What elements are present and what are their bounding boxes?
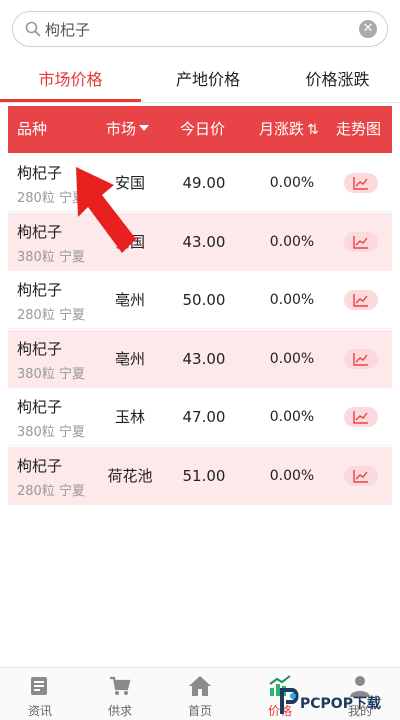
tab-market-price[interactable]: 市场价格 [0, 58, 141, 102]
row-change: 0.00% [269, 292, 315, 308]
row-change: 0.00% [269, 233, 315, 250]
trend-line-icon [353, 411, 368, 424]
trend-chart-button[interactable] [344, 173, 378, 193]
nav-home[interactable]: 首页 [170, 668, 230, 720]
row-spec: 280粒 宁夏 [17, 191, 85, 206]
tab-origin-price[interactable]: 产地价格 [141, 58, 275, 102]
row-spec: 280粒 宁夏 [17, 483, 85, 499]
row-name: 枸杞子 [17, 222, 63, 241]
nav-news[interactable]: 资讯 [10, 668, 70, 720]
header-trend: 走势图 [336, 120, 382, 138]
row-change: 0.00% [269, 467, 315, 484]
active-tab-indicator [0, 99, 141, 102]
trend-chart-button[interactable] [344, 348, 378, 369]
tab-bar: 市场价格 产地价格 价格涨跌 [0, 58, 400, 103]
trend-line-icon [353, 177, 368, 190]
row-price: 49.00 [182, 174, 226, 192]
row-market: 荷花池 [107, 466, 153, 485]
header-today-price: 今日价 [180, 120, 226, 138]
row-name: 枸杞子 [17, 398, 63, 416]
header-market[interactable]: 市场 [106, 106, 150, 153]
sort-icon: ⇅ [307, 122, 319, 138]
row-price: 43.00 [182, 232, 226, 251]
row-price: 47.00 [182, 408, 226, 426]
row-name: 枸杞子 [17, 339, 63, 358]
trend-line-icon [353, 352, 368, 366]
header-variety: 品种 [17, 120, 48, 138]
app-screen: ✕ 市场价格 产地价格 价格涨跌 品种 市场 今日价 月涨跌⇅ 走势图 枸杞子 2… [0, 0, 400, 720]
pcpop-logo-icon [280, 688, 299, 714]
row-name: 枸杞子 [17, 164, 63, 182]
search-icon [25, 21, 41, 37]
row-price: 43.00 [182, 349, 226, 368]
table-row[interactable]: 枸杞子 280粒 宁夏 荷花池 51.00 0.00% [8, 446, 392, 505]
close-icon[interactable]: ✕ [359, 20, 377, 38]
trend-chart-button[interactable] [344, 407, 378, 427]
row-change: 0.00% [269, 175, 315, 191]
row-market: 安国 [114, 232, 145, 251]
tab-price-change[interactable]: 价格涨跌 [275, 58, 400, 102]
header-market-label: 市场 [106, 120, 137, 138]
watermark-text: PCPOP下载 [300, 696, 381, 712]
row-name: 枸杞子 [17, 281, 63, 299]
table-row[interactable]: 枸杞子 380粒 宁夏 亳州 43.00 0.00% [8, 329, 392, 388]
row-change: 0.00% [269, 409, 315, 425]
trend-chart-button[interactable] [344, 465, 378, 486]
header-monthly-change-label: 月涨跌 [259, 120, 305, 138]
trend-line-icon [353, 235, 368, 249]
caret-down-icon [139, 124, 150, 131]
row-spec: 380粒 宁夏 [17, 366, 85, 382]
row-price: 50.00 [182, 291, 226, 309]
trend-chart-button[interactable] [344, 231, 378, 252]
table-row[interactable]: 枸杞子 280粒 宁夏 亳州 50.00 0.00% [8, 271, 392, 329]
row-market: 玉林 [114, 408, 145, 426]
table-header: 品种 市场 今日价 月涨跌 ⇅ 走势图 [8, 106, 392, 153]
row-market: 安国 [114, 174, 145, 192]
table-row[interactable]: 枸杞子 280粒 宁夏 安国 49.00 0.00% [8, 154, 392, 212]
row-spec: 380粒 宁夏 [17, 249, 85, 265]
nav-home-label: 首页 [187, 704, 212, 718]
row-spec: 280粒 宁夏 [17, 308, 85, 323]
row-price: 51.00 [182, 466, 226, 485]
trend-line-icon [353, 469, 368, 483]
row-market: 亳州 [114, 291, 145, 309]
news-icon [28, 674, 52, 698]
cart-icon [108, 674, 132, 698]
row-name: 枸杞子 [17, 456, 63, 475]
header-monthly-change[interactable]: 月涨跌 ⇅ [259, 106, 319, 153]
trend-line-icon [353, 294, 368, 307]
trend-chart-button[interactable] [344, 290, 378, 310]
table-row[interactable]: 枸杞子 380粒 宁夏 安国 43.00 0.00% [8, 212, 392, 271]
search-input[interactable] [45, 12, 345, 46]
row-spec: 380粒 宁夏 [17, 425, 85, 440]
home-icon [188, 674, 212, 698]
search-bar: ✕ [0, 0, 400, 58]
table-row[interactable]: 枸杞子 380粒 宁夏 玉林 47.00 0.00% [8, 388, 392, 446]
search-box[interactable]: ✕ [12, 11, 388, 47]
nav-supply-label: 供求 [107, 704, 132, 718]
nav-supply[interactable]: 供求 [90, 668, 150, 720]
row-market: 亳州 [114, 349, 145, 368]
nav-news-label: 资讯 [27, 704, 52, 718]
pcpop-watermark: PCPOP下载 [278, 684, 400, 720]
row-change: 0.00% [269, 350, 315, 367]
